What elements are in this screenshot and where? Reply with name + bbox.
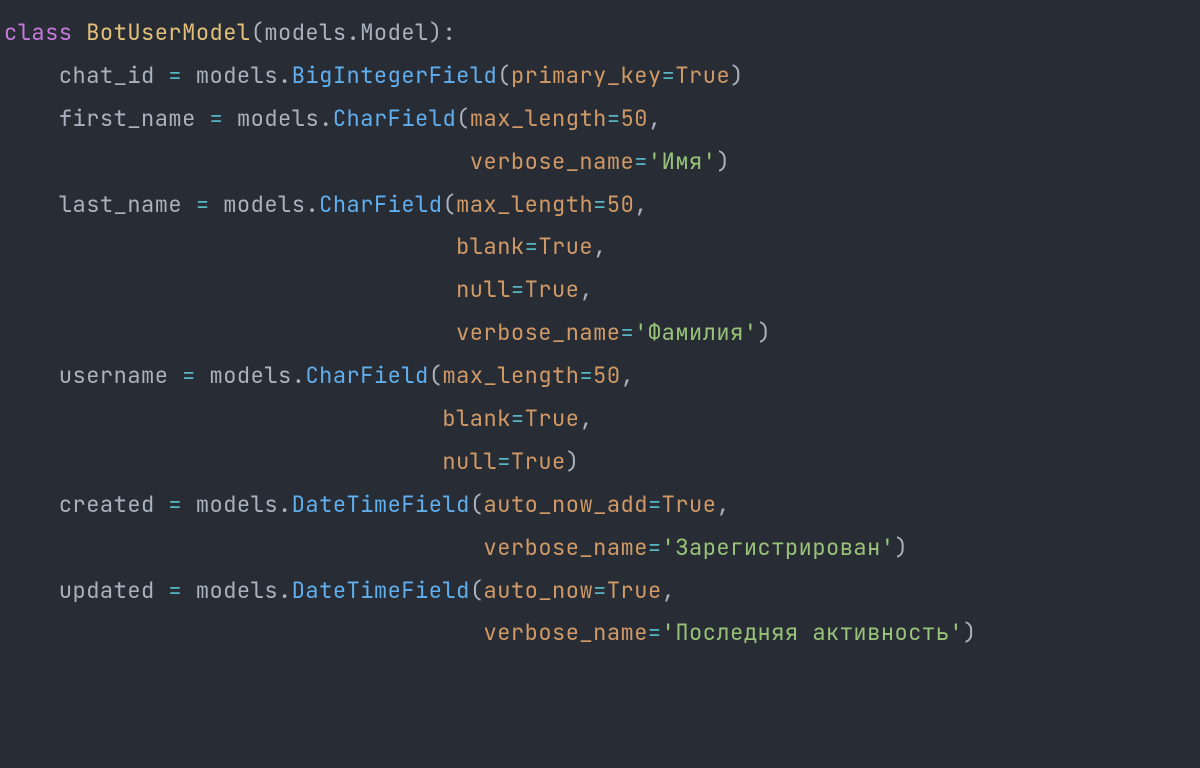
- field-call: BigIntegerField: [292, 61, 498, 90]
- kwarg-name: max_length: [442, 361, 579, 390]
- kwarg-name: max_length: [470, 104, 607, 133]
- field-name: updated: [59, 576, 155, 605]
- field-call: DateTimeField: [292, 576, 470, 605]
- kwarg-name: verbose_name: [470, 147, 634, 176]
- kwarg-value: 50: [621, 104, 648, 133]
- keyword-class: class: [4, 18, 73, 47]
- field-call: DateTimeField: [292, 490, 470, 519]
- kwarg-value: True: [662, 490, 717, 519]
- kwarg-value: True: [525, 404, 580, 433]
- kwarg-name: null: [456, 275, 511, 304]
- kwarg-name: blank: [442, 404, 511, 433]
- kwarg-name: primary_key: [511, 61, 662, 90]
- kwarg-value: 'Фамилия': [634, 318, 757, 347]
- class-name: BotUserModel: [86, 18, 250, 47]
- kwarg-value: 'Зарегистрирован': [662, 533, 895, 562]
- kwarg-name: verbose_name: [484, 618, 648, 647]
- field-name: last_name: [59, 190, 182, 219]
- kwarg-value: 50: [607, 190, 634, 219]
- field-call: CharField: [319, 190, 442, 219]
- kwarg-name: verbose_name: [456, 318, 620, 347]
- kwarg-name: verbose_name: [484, 533, 648, 562]
- kwarg-value: True: [607, 576, 662, 605]
- base-class: Model: [360, 18, 429, 47]
- kwarg-name: auto_now_add: [484, 490, 648, 519]
- field-name: username: [59, 361, 169, 390]
- field-call: CharField: [305, 361, 428, 390]
- kwarg-name: null: [442, 447, 497, 476]
- kwarg-name: auto_now: [484, 576, 594, 605]
- kwarg-value: True: [675, 61, 730, 90]
- code-block: class BotUserModel(models.Model): chat_i…: [0, 0, 1200, 655]
- kwarg-value: 50: [593, 361, 620, 390]
- kwarg-name: max_length: [456, 190, 593, 219]
- field-call: CharField: [333, 104, 456, 133]
- kwarg-value: 'Последняя активность': [662, 618, 963, 647]
- field-name: chat_id: [59, 61, 155, 90]
- field-name: first_name: [59, 104, 196, 133]
- field-name: created: [59, 490, 155, 519]
- kwarg-value: True: [538, 232, 593, 261]
- kwarg-value: True: [511, 447, 566, 476]
- kwarg-value: True: [525, 275, 580, 304]
- kwarg-value: 'Имя': [648, 147, 717, 176]
- kwarg-name: blank: [456, 232, 525, 261]
- base-module: models: [264, 18, 346, 47]
